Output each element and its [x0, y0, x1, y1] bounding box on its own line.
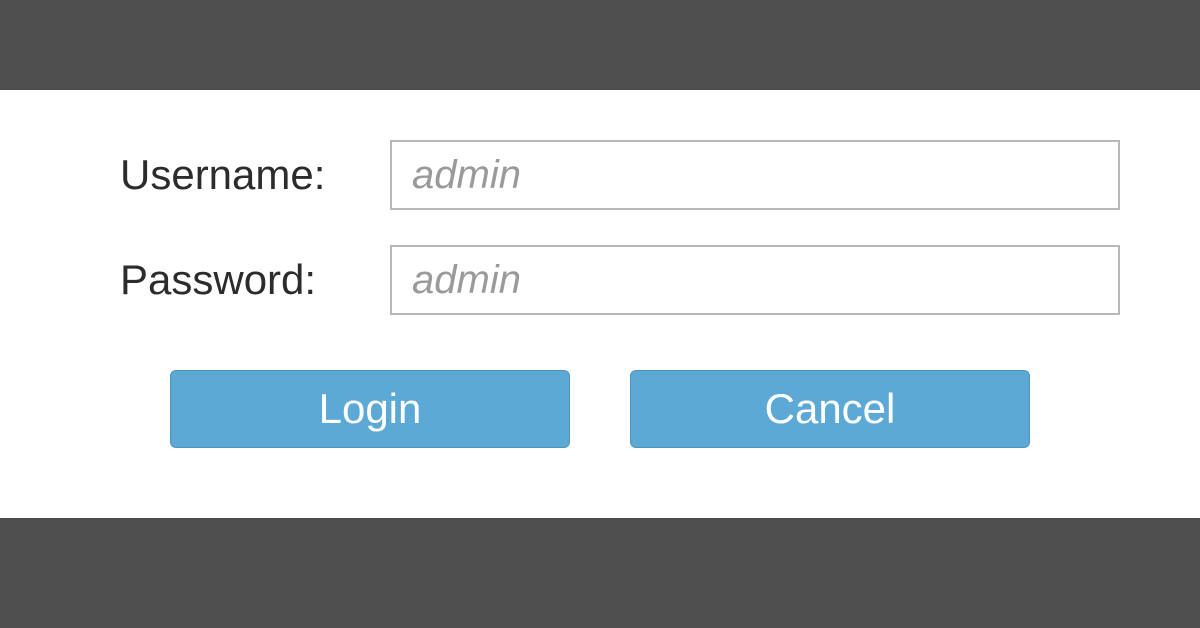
login-button[interactable]: Login [170, 370, 570, 448]
username-row: Username: [80, 140, 1120, 210]
top-bar [0, 0, 1200, 90]
login-form-panel: Username: Password: Login Cancel [0, 90, 1200, 518]
password-label: Password: [80, 256, 390, 304]
username-input[interactable] [390, 140, 1120, 210]
username-label: Username: [80, 151, 390, 199]
password-row: Password: [80, 245, 1120, 315]
cancel-button[interactable]: Cancel [630, 370, 1030, 448]
password-input[interactable] [390, 245, 1120, 315]
button-row: Login Cancel [80, 370, 1120, 448]
bottom-bar [0, 518, 1200, 628]
